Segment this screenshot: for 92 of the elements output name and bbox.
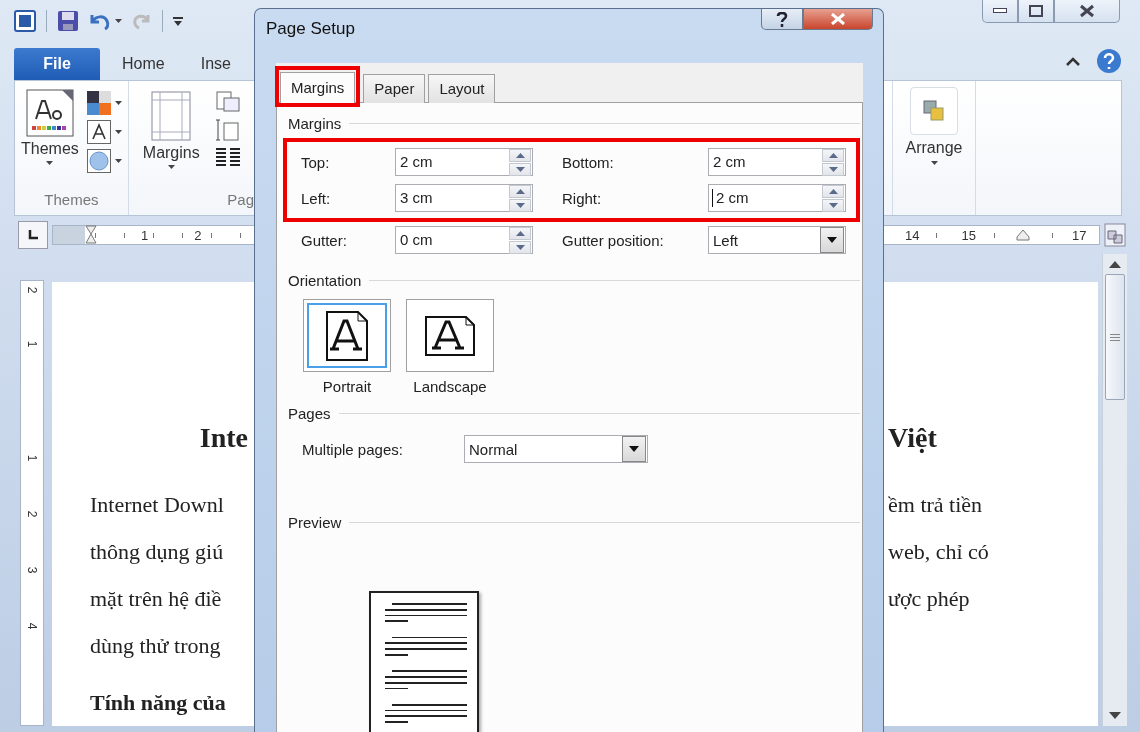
dropdown-arrow-button[interactable] <box>820 227 844 253</box>
paragraph-line: Internet Downl <box>89 491 225 519</box>
dropdown[interactable]: Normal <box>464 435 648 463</box>
word-logo-icon[interactable] <box>14 10 36 32</box>
document-heading: Việt <box>888 421 938 455</box>
help-icon <box>776 11 788 27</box>
caret-icon <box>167 165 175 169</box>
section-heading: Orientation <box>288 272 362 289</box>
caret-icon <box>629 446 639 452</box>
indent-marker-icon[interactable] <box>1015 229 1030 241</box>
dropdown-arrow-button[interactable] <box>622 436 646 462</box>
dialog-title: Page Setup <box>266 19 355 39</box>
themes-icon <box>25 89 74 137</box>
scroll-up-icon[interactable] <box>1109 260 1121 268</box>
field-label: Top: <box>301 153 331 171</box>
paragraph-line: ềm trả tiền <box>888 491 984 519</box>
minimize-button[interactable] <box>982 0 1018 23</box>
portrait-page-icon <box>326 310 368 361</box>
caret-icon <box>114 101 122 105</box>
arrange-label: Arrange <box>905 139 963 157</box>
section-heading: Margins <box>288 115 342 132</box>
theme-fonts-icon[interactable] <box>86 120 111 144</box>
section-heading: Pages <box>288 405 331 422</box>
close-icon <box>830 13 846 25</box>
option-label: Landscape <box>413 378 487 395</box>
close-button[interactable] <box>803 9 873 30</box>
paragraph-line: dùng thử trong <box>89 632 222 660</box>
maximize-icon <box>1029 5 1043 17</box>
orientation-button[interactable] <box>406 299 494 372</box>
field-label: Multiple pages: <box>302 440 404 458</box>
ribbon-tab[interactable]: Home <box>108 48 179 80</box>
stacked-squares-icon <box>922 99 946 123</box>
scroll-down-icon[interactable] <box>1109 712 1121 720</box>
ruler-number: 4 <box>25 622 39 630</box>
view-ruler-icon[interactable] <box>1104 223 1126 247</box>
scroll-thumb[interactable] <box>1105 274 1125 400</box>
paragraph-line: thông dụng giú <box>89 538 225 566</box>
field-label: Gutter position: <box>562 231 665 249</box>
caret-icon <box>114 159 122 163</box>
caret-icon <box>114 130 122 134</box>
vertical-scrollbar[interactable] <box>1102 254 1127 726</box>
subheading: Tính năng của <box>89 689 227 717</box>
dialog-tab[interactable]: Layout <box>428 74 496 103</box>
field-label: Left: <box>301 189 332 207</box>
caret-icon <box>930 161 938 165</box>
tab-stop-icon <box>28 230 38 240</box>
paragraph-line: ược phép <box>888 585 971 613</box>
theme-colors-icon[interactable] <box>86 91 111 115</box>
field-label: Gutter: <box>301 231 348 249</box>
section-heading: Preview <box>288 514 342 531</box>
grip-icon <box>1110 333 1120 341</box>
maximize-button[interactable] <box>1018 0 1054 23</box>
theme-effects-icon[interactable] <box>86 149 111 173</box>
field-label: Bottom: <box>562 153 615 171</box>
paragraph-line: mặt trên hệ điề <box>89 585 223 613</box>
minimize-icon <box>993 8 1007 14</box>
arrange-button[interactable] <box>910 87 958 135</box>
dropdown[interactable]: Left <box>708 226 846 254</box>
file-tab[interactable]: File <box>14 48 100 80</box>
caret-icon <box>827 237 837 243</box>
ruler-number: 2 <box>25 286 39 294</box>
page-size-icon[interactable] <box>215 118 240 142</box>
margins-icon <box>151 91 192 141</box>
dialog-tab[interactable]: Margins <box>280 72 356 103</box>
dialog-tab[interactable]: Paper <box>363 74 426 103</box>
ruler-margin-area <box>53 226 85 244</box>
help-button[interactable] <box>761 9 803 30</box>
close-button[interactable] <box>1054 0 1120 23</box>
orientation-button[interactable] <box>303 299 391 372</box>
customize-toolbar-icon[interactable] <box>173 16 183 26</box>
themes-button[interactable]: Themes <box>21 87 79 189</box>
collapse-ribbon-icon[interactable] <box>1066 56 1080 66</box>
paragraph-line: web, chỉ có <box>888 538 990 566</box>
ribbon-tab[interactable]: Inse <box>186 48 245 80</box>
caret-icon <box>46 161 54 165</box>
help-icon[interactable] <box>1096 48 1122 74</box>
dropdown-caret-icon <box>115 19 122 23</box>
margins-button[interactable]: Margins <box>134 87 208 189</box>
field-label: Right: <box>562 189 603 207</box>
ruler-number: 1 <box>25 340 39 348</box>
document-heading: Inte <box>199 421 248 455</box>
group-label: Pag <box>226 190 254 210</box>
close-icon <box>1079 4 1095 18</box>
group-label: Themes <box>43 190 100 210</box>
tab-stop-selector[interactable] <box>18 221 48 249</box>
option-label: Portrait <box>322 378 372 395</box>
ruler-number: 3 <box>25 566 39 574</box>
landscape-page-icon <box>425 315 475 356</box>
ruler-number: 2 <box>25 510 39 518</box>
save-icon[interactable] <box>57 10 79 32</box>
ruler-number: 1 <box>25 454 39 462</box>
columns-icon[interactable] <box>215 147 240 167</box>
